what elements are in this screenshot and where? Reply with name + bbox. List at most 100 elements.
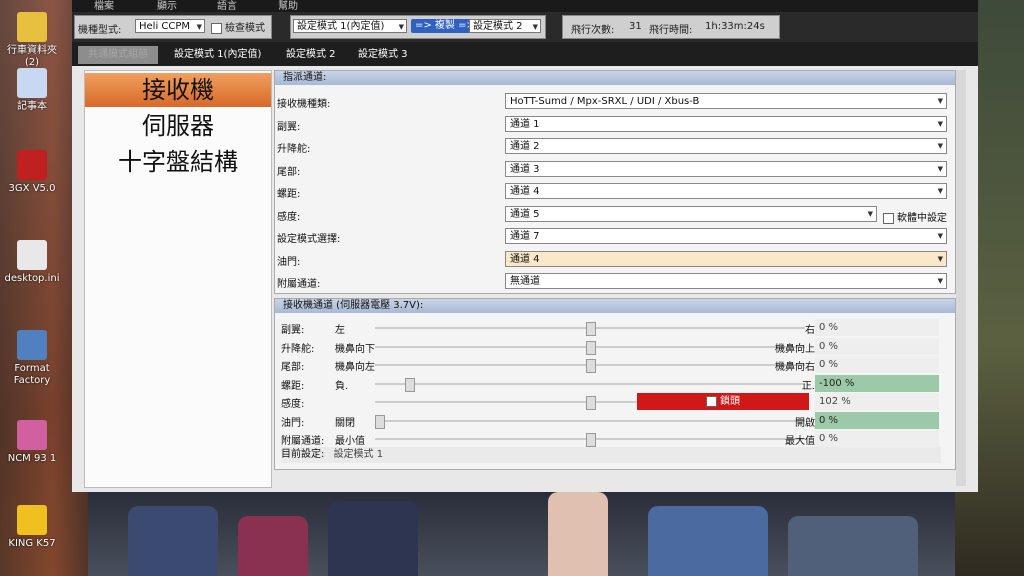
chevron-down-icon: ▼: [867, 209, 873, 218]
nav-servo[interactable]: 伺服器: [85, 109, 271, 143]
left-navigation: 接收機 伺服器 十字盤結構: [84, 70, 272, 488]
assign-row-select[interactable]: 通道 5 ▼: [505, 205, 877, 222]
ncm-icon: [17, 420, 47, 450]
desktop-icon-0[interactable]: 行車資料夾 (2): [0, 12, 64, 69]
assign-row-label: 螺距:: [277, 189, 301, 200]
assign-row-label: 接收機種類:: [277, 99, 331, 110]
model-select[interactable]: Heli CCPM ▼: [135, 19, 205, 33]
flight-time: 1h:33m:24s: [705, 21, 765, 32]
assign-row-select[interactable]: 無通道 ▼: [505, 273, 947, 289]
current-setting-row: 目前設定: 設定模式 1: [281, 447, 941, 463]
receiver-row-value: 0 %: [815, 411, 939, 429]
nav-swashplate[interactable]: 十字盤結構: [85, 145, 271, 179]
receiver-panel: 接收機通道 (伺服器電壓 3.7V): 副翼: 左右 0 % 升降舵: 機鼻向下 機鼻向上…: [274, 298, 956, 470]
tab-profile-1[interactable]: 設定模式 1(內定值): [164, 46, 271, 64]
receiver-row-high-label: 最大值: [785, 436, 815, 447]
desktop-icon-label: Format Factory: [13, 363, 51, 386]
tab-common[interactable]: 共通模式組態: [78, 46, 158, 64]
tab-profile-3[interactable]: 設定模式 3: [348, 46, 418, 64]
source-profile-select[interactable]: 設定模式 1(內定值) ▼: [293, 19, 407, 33]
file-icon: [17, 240, 47, 270]
receiver-row: 螺距: 負. 正. -100 %: [275, 374, 955, 393]
model-label: 機種型式:: [78, 25, 122, 36]
flight-time-label: 飛行時間:: [649, 25, 693, 36]
chevron-down-icon: ▼: [937, 97, 943, 105]
menu-view[interactable]: 顯示: [157, 0, 177, 12]
folder-icon: [17, 12, 47, 42]
receiver-row-thumb: [375, 414, 385, 429]
receiver-row-label: 升降舵:: [281, 343, 315, 355]
assign-row: 油門: 通道 4 ▼: [275, 250, 955, 269]
vertical-scrollbar[interactable]: [956, 70, 966, 486]
desktop-icon-2[interactable]: 3GX V5.0: [0, 150, 64, 195]
receiver-row-thumb: [586, 359, 596, 373]
assign-row-select[interactable]: 通道 4 ▼: [505, 183, 947, 199]
assign-row-select[interactable]: HoTT-Sumd / Mpx-SRXL / UDI / Xbus-B ▼: [505, 93, 947, 109]
model-group: 機種型式: Heli CCPM ▼ 檢查模式: [74, 15, 272, 39]
receiver-row-label: 油門:: [281, 417, 305, 429]
target-profile-select[interactable]: 設定模式 2 ▼: [469, 19, 541, 33]
assign-row: 附屬通道: 無通道 ▼: [275, 273, 955, 291]
receiver-panel-title: 接收機通道 (伺服器電壓 3.7V):: [275, 299, 955, 313]
desktop-icon-label: NCM 93 1: [7, 453, 57, 464]
assign-row-label: 副翼:: [277, 121, 301, 133]
receiver-row-track: [375, 419, 805, 422]
assign-row: 接收機種類: HoTT-Sumd / Mpx-SRXL / UDI / Xbus-…: [275, 93, 955, 111]
receiver-row-low-label: 最小值: [335, 436, 365, 447]
assign-row-label: 附屬通道:: [277, 279, 321, 290]
lock-indicator: 鎖頭: [637, 393, 809, 410]
assign-row-select[interactable]: 通道 7 ▼: [505, 228, 947, 244]
assign-row-select[interactable]: 通道 2 ▼: [505, 138, 947, 154]
desktop-icon-label: 3GX V5.0: [8, 183, 56, 194]
receiver-row: 感度: 鎖頭 102 %: [275, 393, 955, 411]
assign-row: 感度: 通道 5 ▼: [275, 205, 955, 224]
chevron-down-icon: ▼: [937, 119, 943, 128]
toolbar: 機種型式: Heli CCPM ▼ 檢查模式 設定模式 1(內定值) ▼ => 複製…: [72, 12, 978, 42]
desktop-icon-4[interactable]: Format Factory: [0, 330, 64, 387]
assign-row-label: 油門:: [277, 256, 301, 268]
assign-row: 升降舵: 通道 2 ▼: [275, 138, 955, 156]
flight-count-label: 飛行次數:: [571, 25, 615, 36]
receiver-row: 油門: 關閉 開啟 0 %: [275, 411, 955, 430]
assign-panel: 指派通道: 接收機種類: HoTT-Sumd / Mpx-SRXL / UDI /…: [274, 70, 956, 294]
check-mode-checkbox[interactable]: [211, 22, 222, 34]
receiver-row-value: 0 %: [815, 356, 939, 373]
assign-row-select[interactable]: 通道 1 ▼: [505, 115, 947, 132]
receiver-row-track: [375, 382, 805, 385]
receiver-row-low-label: 機鼻向下: [335, 343, 375, 355]
current-setting-value: 設定模式 1: [333, 449, 384, 460]
menu-help[interactable]: 幫助: [278, 0, 298, 12]
receiver-row-high-label: 機鼻向上: [775, 343, 815, 355]
desktop-icon-6[interactable]: KING K57: [0, 505, 64, 550]
desktop-icon-5[interactable]: NCM 93 1: [0, 420, 64, 465]
profile-copy-group: 設定模式 1(內定值) ▼ => 複製 => 設定模式 2 ▼: [290, 15, 546, 39]
chevron-down-icon: ▼: [937, 164, 943, 173]
receiver-row: 副翼: 左 右 0 %: [275, 319, 955, 337]
receiver-row-label: 副翼:: [281, 325, 305, 336]
chevron-down-icon: ▼: [937, 142, 943, 150]
assign-row-label: 感度:: [277, 211, 301, 223]
chevron-down-icon: ▼: [937, 232, 943, 240]
chevron-down-icon: ▼: [937, 277, 943, 285]
desktop-icon-label: 記事本: [17, 101, 47, 112]
receiver-row-value: 0 %: [815, 430, 939, 447]
app-icon: [17, 150, 47, 180]
assign-row: 設定模式選擇: 通道 7 ▼: [275, 228, 955, 246]
assign-row-select[interactable]: 通道 3 ▼: [505, 160, 947, 177]
software-setting-checkbox[interactable]: [883, 212, 894, 224]
desktop-icon-3[interactable]: desktop.ini: [0, 240, 64, 285]
menu-language[interactable]: 語言: [217, 0, 237, 12]
menu-file[interactable]: 檔案: [94, 0, 114, 12]
assign-row: 尾部: 通道 3 ▼: [275, 160, 955, 179]
receiver-row-high-label: 正.: [801, 380, 815, 392]
assign-row-select[interactable]: 通道 4 ▼: [505, 250, 947, 267]
nav-receiver[interactable]: 接收機: [85, 73, 271, 107]
notepad-icon: [17, 68, 47, 98]
desktop-icon-1[interactable]: 記事本: [0, 68, 64, 113]
chevron-down-icon: ▼: [937, 187, 943, 195]
check-mode[interactable]: 檢查模式: [211, 19, 265, 34]
tab-profile-2[interactable]: 設定模式 2: [276, 46, 346, 64]
receiver-row-thumb: [404, 377, 415, 392]
software-setting[interactable]: 軟體中設定: [883, 209, 947, 224]
assign-row: 副翼: 通道 1 ▼: [275, 115, 955, 134]
